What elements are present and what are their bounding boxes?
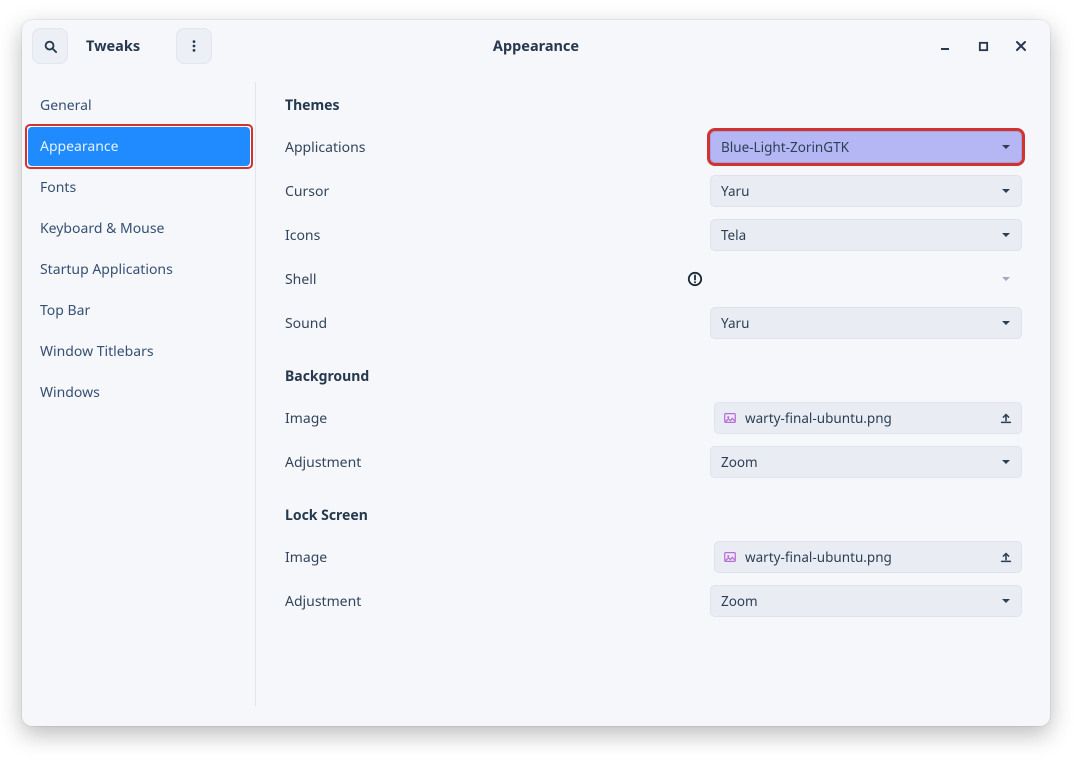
file-name: warty-final-ubuntu.png	[745, 409, 892, 427]
section-title-background: Background	[285, 367, 1022, 386]
close-icon	[1015, 40, 1027, 52]
close-button[interactable]	[1004, 29, 1038, 63]
caret-down-icon	[1001, 186, 1011, 196]
row-cursor-theme: Cursor Yaru	[285, 169, 1022, 213]
row-lockscreen-adjustment: Adjustment Zoom	[285, 579, 1022, 623]
select-value: Yaru	[721, 182, 749, 200]
background-adjustment-select[interactable]: Zoom	[710, 446, 1022, 478]
lockscreen-adjustment-select[interactable]: Zoom	[710, 585, 1022, 617]
sidebar-item-fonts[interactable]: Fonts	[28, 168, 250, 207]
sidebar-item-label: Startup Applications	[28, 250, 250, 289]
app-title: Tweaks	[86, 36, 140, 56]
caret-down-icon	[1001, 318, 1011, 328]
caret-down-icon	[1001, 457, 1011, 467]
row-shell-theme: Shell	[285, 257, 1022, 301]
sidebar: General Appearance Fonts Keyboard & Mous…	[22, 72, 257, 726]
file-name: warty-final-ubuntu.png	[745, 548, 892, 566]
select-value: Tela	[721, 226, 746, 244]
minimize-icon	[939, 40, 951, 52]
image-icon	[723, 550, 737, 564]
caret-down-icon	[1001, 142, 1011, 152]
row-background-adjustment: Adjustment Zoom	[285, 440, 1022, 484]
image-icon	[723, 411, 737, 425]
select-value: Zoom	[721, 453, 758, 471]
row-label: Cursor	[285, 182, 329, 201]
sidebar-item-top-bar[interactable]: Top Bar	[28, 291, 250, 330]
select-value: Zoom	[721, 592, 758, 610]
row-label: Applications	[285, 138, 365, 157]
sidebar-item-label: Top Bar	[28, 291, 250, 330]
shell-theme-select	[710, 263, 1022, 295]
caret-down-icon	[1001, 274, 1011, 284]
caret-down-icon	[1001, 230, 1011, 240]
sidebar-item-label: Windows	[28, 373, 250, 412]
row-sound-theme: Sound Yaru	[285, 301, 1022, 345]
minimize-button[interactable]	[928, 29, 962, 63]
sidebar-item-label: Fonts	[28, 168, 250, 207]
sidebar-item-keyboard-mouse[interactable]: Keyboard & Mouse	[28, 209, 250, 248]
sidebar-item-label: Appearance	[28, 127, 250, 166]
row-lockscreen-image: Image warty-final-ubuntu.png	[285, 535, 1022, 579]
row-label: Image	[285, 409, 327, 428]
sidebar-item-startup-apps[interactable]: Startup Applications	[28, 250, 250, 289]
tweaks-window: Tweaks Appearance	[22, 20, 1050, 726]
cursor-theme-select[interactable]: Yaru	[710, 175, 1022, 207]
row-icons-theme: Icons Tela	[285, 213, 1022, 257]
row-applications-theme: Applications Blue-Light-ZorinGTK	[285, 125, 1022, 169]
background-image-chooser[interactable]: warty-final-ubuntu.png	[714, 402, 1022, 434]
section-title-lockscreen: Lock Screen	[285, 506, 1022, 525]
select-value: Yaru	[721, 314, 749, 332]
maximize-button[interactable]	[966, 29, 1000, 63]
sidebar-item-general[interactable]: General	[28, 86, 250, 125]
sidebar-item-window-titlebars[interactable]: Window Titlebars	[28, 332, 250, 371]
row-label: Sound	[285, 314, 327, 333]
panel-title: Appearance	[493, 36, 579, 56]
upload-icon	[999, 550, 1013, 564]
section-title-themes: Themes	[285, 96, 1022, 115]
row-label: Adjustment	[285, 592, 361, 611]
sidebar-item-windows[interactable]: Windows	[28, 373, 250, 412]
menu-button[interactable]	[176, 28, 212, 64]
sidebar-item-label: General	[28, 86, 250, 125]
sound-theme-select[interactable]: Yaru	[710, 307, 1022, 339]
search-button[interactable]	[32, 28, 68, 64]
lockscreen-image-chooser[interactable]: warty-final-ubuntu.png	[714, 541, 1022, 573]
search-icon	[43, 39, 58, 54]
upload-icon	[999, 411, 1013, 425]
row-label: Shell	[285, 270, 316, 289]
icons-theme-select[interactable]: Tela	[710, 219, 1022, 251]
select-value: Blue-Light-ZorinGTK	[721, 138, 849, 156]
row-background-image: Image warty-final-ubuntu.png	[285, 396, 1022, 440]
applications-theme-select[interactable]: Blue-Light-ZorinGTK	[710, 131, 1022, 163]
sidebar-item-label: Keyboard & Mouse	[28, 209, 250, 248]
row-label: Image	[285, 548, 327, 567]
row-label: Adjustment	[285, 453, 361, 472]
content-panel: Themes Applications Blue-Light-ZorinGTK …	[257, 72, 1050, 726]
row-label: Icons	[285, 226, 320, 245]
maximize-icon	[978, 41, 989, 52]
header-bar: Tweaks Appearance	[22, 20, 1050, 72]
sidebar-item-appearance[interactable]: Appearance	[28, 127, 250, 166]
sidebar-item-label: Window Titlebars	[28, 332, 250, 371]
kebab-menu-icon	[187, 39, 201, 53]
warning-icon	[686, 270, 704, 288]
caret-down-icon	[1001, 596, 1011, 606]
